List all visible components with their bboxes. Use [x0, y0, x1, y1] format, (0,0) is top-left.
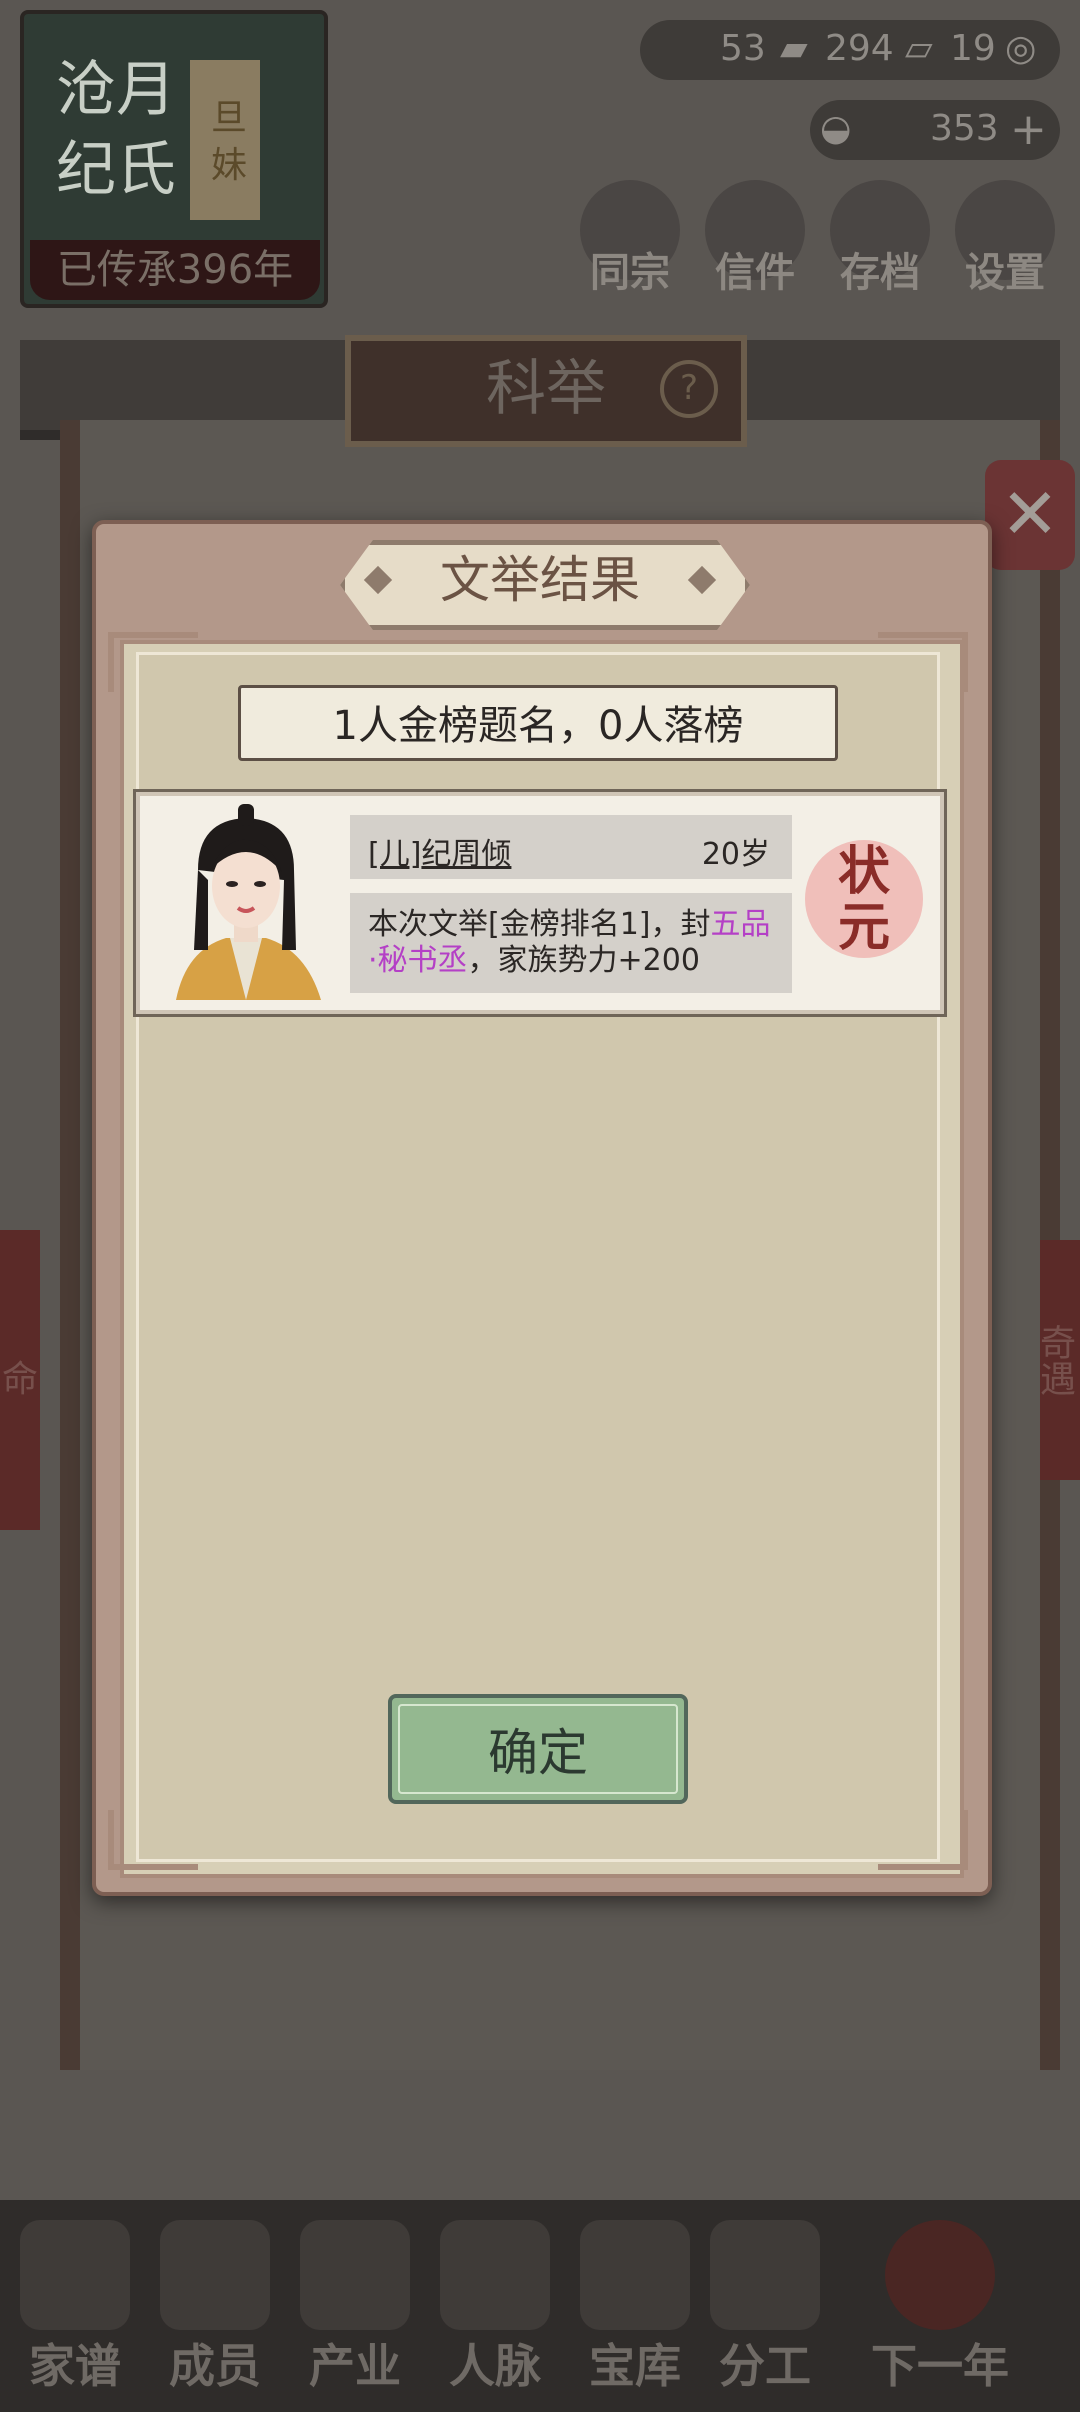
scholar-avatar[interactable] [146, 800, 346, 1000]
gold-ingot-icon: ◒ [820, 108, 852, 149]
corner-ornament [108, 632, 198, 692]
nav-genealogy-label: 家谱 [29, 2339, 121, 2393]
menu-save-label: 存档 [840, 249, 920, 296]
scholar-info-header: [儿]纪周倾 20岁 [350, 815, 792, 879]
side-banner-right[interactable]: 奇遇 [1034, 1240, 1080, 1480]
menu-letters[interactable]: 信件 [705, 180, 805, 296]
property-icon [300, 2220, 410, 2330]
corner-ornament [108, 1810, 198, 1870]
network-icon [440, 2220, 550, 2330]
family-flag: 旦 妹 [190, 60, 260, 220]
top-scholar-stamp-icon: 状 元 [805, 840, 923, 958]
scholar-name: 纪周倾 [421, 837, 512, 872]
nav-next-year[interactable]: 下一年 [850, 2220, 1030, 2410]
members-icon [160, 2220, 270, 2330]
result-desc-text: 本次文举[金榜排名1]，封 [368, 907, 711, 942]
help-icon[interactable]: ? [660, 360, 718, 418]
nav-assignment-label: 分工 [719, 2339, 811, 2393]
nav-property[interactable]: 产业 [290, 2220, 420, 2410]
stamp-char-2: 元 [837, 897, 890, 958]
menu-clan[interactable]: 同宗 [580, 180, 680, 296]
ticket-icon: ▱ [905, 28, 933, 69]
heritage-years: 已传承396年 [30, 240, 320, 300]
result-summary: 1人金榜题名，0人落榜 [238, 685, 838, 761]
bottom-nav: 家谱 成员 产业 人脉 宝库 分工 下一年 [0, 2200, 1080, 2412]
nav-assignment[interactable]: 分工 [700, 2220, 830, 2410]
result-desc-reward: ，家族势力+200 [467, 943, 700, 978]
treasury-icon [580, 2220, 690, 2330]
ticket-count: 294 [825, 28, 894, 69]
confirm-button[interactable]: 确定 [388, 1694, 688, 1804]
silver-icon: ▰ [780, 28, 808, 69]
menu-settings[interactable]: 设置 [955, 180, 1055, 296]
scholar-result-description: 本次文举[金榜排名1]，封五品·秘书丞，家族势力+200 [350, 893, 792, 993]
nav-network-label: 人脉 [449, 2339, 541, 2393]
close-button[interactable]: ✕ [985, 460, 1075, 570]
menu-save[interactable]: 存档 [830, 180, 930, 296]
next-year-icon [885, 2220, 995, 2330]
stamp-char-1: 状 [837, 841, 890, 902]
nav-members[interactable]: 成员 [150, 2220, 280, 2410]
portrait-icon [146, 800, 346, 1000]
nav-next-year-label: 下一年 [871, 2339, 1009, 2393]
coin-count: 19 [950, 28, 996, 69]
nav-members-label: 成员 [169, 2339, 261, 2393]
gold-count: 353 [930, 108, 999, 149]
menu-letters-label: 信件 [715, 249, 795, 296]
assignment-icon [710, 2220, 820, 2330]
nav-treasury-label: 宝库 [589, 2339, 681, 2393]
nav-network[interactable]: 人脉 [430, 2220, 560, 2410]
family-name: 沧月 纪氏 [56, 55, 176, 205]
gold-bar: ◒ 353 + [810, 100, 1060, 160]
nav-genealogy[interactable]: 家谱 [10, 2220, 140, 2410]
side-banner-left[interactable]: 命 [0, 1230, 40, 1530]
relation-label: [儿] [368, 837, 422, 872]
menu-clan-label: 同宗 [590, 249, 670, 296]
coin-icon: ◎ [1005, 28, 1037, 69]
dialog-title: 文举结果 [440, 551, 640, 609]
corner-ornament [878, 1810, 968, 1870]
scholar-age: 20岁 [701, 837, 770, 872]
silver-count: 53 [720, 28, 766, 69]
nav-treasury[interactable]: 宝库 [570, 2220, 700, 2410]
confirm-label: 确定 [488, 1724, 588, 1782]
scholar-name-link[interactable]: [儿]纪周倾 [368, 829, 511, 873]
menu-settings-label: 设置 [965, 249, 1045, 296]
resource-bar: 53 ▰ 294 ▱ 19 ◎ [640, 20, 1060, 80]
add-gold-icon[interactable]: + [1010, 104, 1047, 155]
nav-property-label: 产业 [309, 2339, 401, 2393]
corner-ornament [878, 632, 968, 692]
genealogy-icon [20, 2220, 130, 2330]
